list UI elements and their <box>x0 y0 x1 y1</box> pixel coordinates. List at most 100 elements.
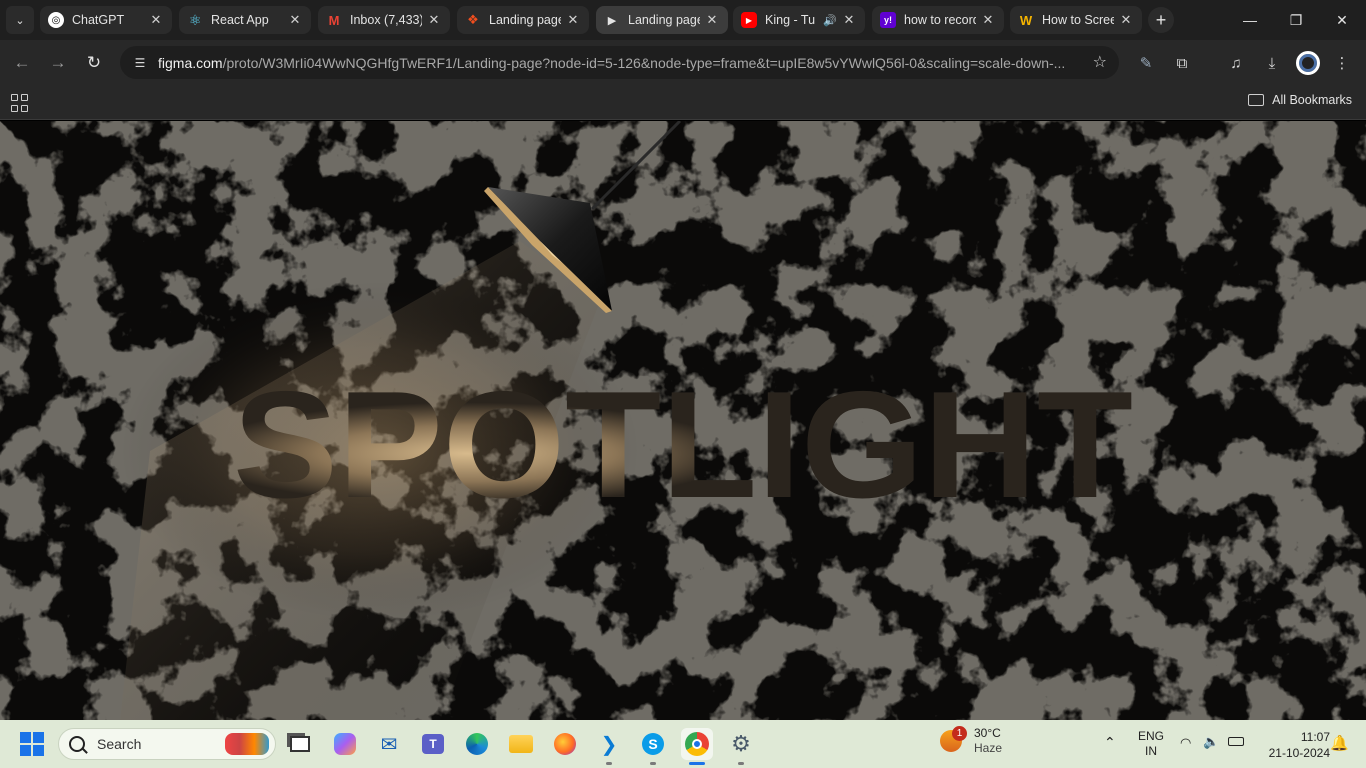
running-indicator <box>650 762 656 765</box>
weather-widget[interactable]: 1 30°C Haze <box>940 726 1002 756</box>
tab-title: how to record <box>904 13 976 27</box>
tab-strip: ⌄ ◎ ChatGPT ✕ ⚛ React App ✕ M Inbox (7,4… <box>0 0 1366 40</box>
tab-chatgpt[interactable]: ◎ ChatGPT ✕ <box>40 6 172 34</box>
react-icon: ⚛ <box>188 11 202 28</box>
profile-avatar[interactable] <box>1294 49 1322 77</box>
windows-taskbar: Search ✉ T ❯ S ⚙ 1 30°C Haze ⌃ ENG IN ◠ … <box>0 720 1366 768</box>
browser-toolbar: ← → ↻ ☰ figma.com/proto/W3MrIi04WwNQGHfg… <box>0 40 1366 86</box>
chrome-icon[interactable] <box>681 728 713 765</box>
tab-title: King - Tu <box>765 13 816 27</box>
play-icon: ▶ <box>607 14 617 27</box>
close-icon[interactable]: ✕ <box>148 12 164 28</box>
tab-youtube[interactable]: ▶ King - Tu 🔊 ✕ <box>733 6 865 34</box>
yahoo-icon: y! <box>880 12 896 28</box>
active-indicator <box>689 762 705 765</box>
language-indicator[interactable]: ENG IN <box>1138 729 1164 759</box>
url-text[interactable]: figma.com/proto/W3MrIi04WwNQGHfgTwERF1/L… <box>158 55 1078 71</box>
reload-icon[interactable]: ↻ <box>80 49 108 77</box>
tab-how-to-screen[interactable]: W How to Screen ✕ <box>1010 6 1142 34</box>
address-bar[interactable]: ☰ figma.com/proto/W3MrIi04WwNQGHfgTwERF1… <box>120 46 1119 79</box>
close-icon[interactable]: ✕ <box>426 12 442 28</box>
lang-line1: ENG <box>1138 729 1165 743</box>
tab-title: How to Screen <box>1042 13 1114 27</box>
close-icon[interactable]: ✕ <box>565 12 581 28</box>
battery-icon[interactable] <box>1228 737 1244 746</box>
close-icon[interactable]: ✕ <box>704 12 720 28</box>
tab-figma-prototype-active[interactable]: ▶ Landing page ✕ <box>596 6 728 34</box>
running-indicator <box>606 762 612 765</box>
tab-title: React App <box>211 13 269 27</box>
new-tab-button[interactable]: + <box>1148 7 1174 33</box>
tab-title: Inbox (7,433) <box>350 13 422 27</box>
haze-sun-icon: 1 <box>940 726 967 752</box>
restore-icon[interactable]: ❐ <box>1276 6 1316 34</box>
mail-icon[interactable]: ✉ <box>373 728 405 760</box>
search-highlight-illustration <box>225 733 269 755</box>
skype-icon[interactable]: S <box>637 728 669 765</box>
minimize-icon[interactable]: — <box>1230 6 1270 34</box>
file-explorer-icon[interactable] <box>505 728 537 760</box>
openai-icon: ◎ <box>48 12 64 28</box>
system-clock[interactable]: 11:07 21-10-2024 <box>1250 729 1330 761</box>
edge-icon[interactable] <box>461 728 493 760</box>
notification-bell-icon[interactable]: 🔔 <box>1330 734 1349 752</box>
settings-gear-icon[interactable]: ⚙ <box>725 728 757 765</box>
tab-react-app[interactable]: ⚛ React App ✕ <box>179 6 311 34</box>
windows-start-icon[interactable] <box>20 732 44 756</box>
gmail-icon: M <box>328 12 340 28</box>
site-info-icon[interactable]: ☰ <box>130 53 150 73</box>
tab-title: ChatGPT <box>72 13 125 27</box>
vscode-icon[interactable]: ❯ <box>593 728 625 765</box>
back-arrow-icon[interactable]: ← <box>8 49 36 77</box>
url-domain: figma.com <box>158 54 223 71</box>
tab-figma-landing-page[interactable]: ❖ Landing page ✕ <box>457 6 589 34</box>
youtube-icon: ▶ <box>741 12 757 28</box>
media-control-icon[interactable]: ♫ <box>1222 49 1250 77</box>
figma-icon: ❖ <box>467 12 479 27</box>
lang-line2: IN <box>1145 744 1157 758</box>
volume-icon[interactable]: 🔈 <box>1203 734 1219 750</box>
more-menu-icon[interactable]: ⋮ <box>1328 49 1356 77</box>
weather-badge: 1 <box>952 726 967 741</box>
close-icon[interactable]: ✕ <box>841 12 857 28</box>
all-bookmarks-button[interactable]: All Bookmarks <box>1248 93 1352 107</box>
all-bookmarks-label: All Bookmarks <box>1272 93 1352 107</box>
firefox-icon[interactable] <box>549 728 581 760</box>
show-hidden-icons-chevron-icon[interactable]: ⌃ <box>1104 734 1116 751</box>
tab-title: Landing page <box>489 13 561 27</box>
weather-text: 30°C Haze <box>974 726 1002 756</box>
weather-condition: Haze <box>974 741 1003 755</box>
spotlight-headline: SPOTLIGHT <box>233 371 1133 511</box>
search-icon <box>69 736 85 752</box>
speaker-icon[interactable]: 🔊 <box>823 14 837 27</box>
weather-temp: 30°C <box>974 726 1001 740</box>
taskbar-search-box[interactable]: Search <box>58 728 276 760</box>
extensions-puzzle-icon[interactable]: ⧉ <box>1168 49 1196 77</box>
close-icon[interactable]: ✕ <box>1118 12 1134 28</box>
url-path: /proto/W3MrIi04WwNQGHfgTwERF1/Landing-pa… <box>222 54 1066 71</box>
tab-yahoo-search[interactable]: y! how to record ✕ <box>872 6 1004 34</box>
tab-gmail-inbox[interactable]: M Inbox (7,433) ✕ <box>318 6 450 34</box>
tab-title: Landing page <box>628 13 700 27</box>
window-close-icon[interactable]: ✕ <box>1322 6 1362 34</box>
forward-arrow-icon[interactable]: → <box>44 49 72 77</box>
download-icon[interactable]: ⤓ <box>1258 49 1286 77</box>
close-icon[interactable]: ✕ <box>980 12 996 28</box>
wifi-icon[interactable]: ◠ <box>1180 735 1191 751</box>
clock-time: 11:07 <box>1300 730 1330 744</box>
bookmark-star-icon[interactable]: ☆ <box>1093 52 1107 72</box>
close-icon[interactable]: ✕ <box>287 12 303 28</box>
teams-icon[interactable]: T <box>417 728 449 760</box>
folder-icon <box>1248 94 1265 106</box>
figma-prototype-frame: SPOTLIGHT <box>0 121 1366 720</box>
running-indicator <box>738 762 744 765</box>
apps-grid-icon[interactable] <box>11 94 29 112</box>
search-placeholder: Search <box>97 736 142 752</box>
tab-search-chevron-icon[interactable]: ⌄ <box>6 6 34 34</box>
bookmarks-bar: All Bookmarks <box>0 86 1366 120</box>
task-view-icon[interactable] <box>284 728 316 760</box>
headline-text: SPOTLIGHT <box>233 371 1133 511</box>
clock-date: 21-10-2024 <box>1268 746 1330 760</box>
eyedropper-extension-icon[interactable]: ✎ <box>1132 49 1160 77</box>
copilot-icon[interactable] <box>329 728 361 760</box>
